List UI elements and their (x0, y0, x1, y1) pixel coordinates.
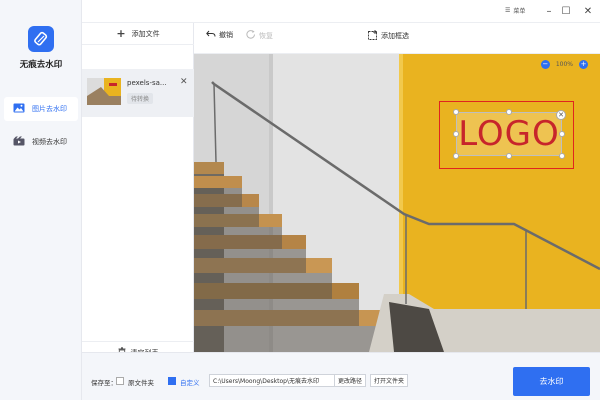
minimize-icon: – (546, 5, 552, 17)
add-selection-button[interactable]: 添加框选 (368, 30, 409, 42)
zoom-in-icon[interactable]: + (579, 60, 588, 69)
change-path-button[interactable]: 更改路径 (334, 374, 366, 387)
app-window: 无痕去水印 图片去水印 视频去水印 ☰ 菜单 – ☐ ✕ + 添加文件 pexe… (0, 0, 600, 400)
undo-label: 撤销 (219, 31, 233, 39)
source-folder-label: 原文件夹 (128, 379, 154, 387)
sidebar-item-label: 图片去水印 (32, 105, 67, 113)
undo-button[interactable]: 撤销 (206, 30, 233, 40)
output-path-field[interactable] (209, 374, 335, 387)
file-status-badge: 待转换 (127, 93, 154, 104)
resize-handle-bottom[interactable] (506, 153, 512, 159)
sidebar: 无痕去水印 图片去水印 视频去水印 (0, 0, 82, 400)
custom-folder-label: 自定义 (180, 379, 200, 387)
resize-handle-right[interactable] (559, 131, 565, 137)
resize-handle-top[interactable] (506, 109, 512, 115)
zoom-out-icon[interactable]: − (540, 60, 550, 69)
image-icon (13, 103, 25, 115)
title-bar: ☰ 菜单 – ☐ ✕ (82, 0, 600, 23)
source-folder-radio[interactable] (116, 377, 124, 385)
resize-handle-top-left[interactable] (453, 109, 459, 115)
file-list-item[interactable]: pexels-sa... 待转换 ✕ (82, 69, 194, 117)
close-window-button[interactable]: ✕ (581, 4, 595, 18)
add-file-button[interactable]: + 添加文件 (82, 23, 194, 45)
app-name: 无痕去水印 (19, 60, 63, 70)
add-selection-label: 添加框选 (381, 32, 409, 40)
maximize-icon: ☐ (561, 5, 571, 17)
custom-folder-radio[interactable] (168, 377, 176, 385)
app-logo-icon (28, 26, 54, 52)
redo-icon (246, 30, 256, 41)
plus-icon: + (116, 27, 126, 40)
redo-button[interactable]: 恢复 (246, 30, 273, 41)
video-icon (13, 136, 25, 148)
close-icon: ✕ (583, 5, 593, 17)
stair-photo (194, 54, 600, 352)
zoom-level: 100% (555, 61, 573, 68)
remove-selection-icon[interactable]: ✕ (556, 110, 566, 120)
minimize-button[interactable]: – (542, 4, 556, 18)
file-panel: + 添加文件 pexels-sa... 待转换 ✕ (82, 23, 194, 363)
add-file-label: 添加文件 (131, 29, 160, 38)
save-to-label: 保存至： (91, 379, 117, 387)
editor-toolbar: 撤销 恢复 添加框选 (194, 23, 600, 54)
menu-icon: ☰ (505, 7, 511, 14)
resize-handle-bottom-right[interactable] (559, 153, 565, 159)
image-canvas[interactable]: − 100% + LOGO ✕ (194, 54, 600, 352)
zoom-control: − 100% + (540, 60, 588, 69)
watermark-region[interactable]: LOGO (456, 112, 562, 156)
undo-icon (206, 30, 216, 40)
remove-file-icon[interactable]: ✕ (180, 77, 188, 87)
sidebar-item-label: 视频去水印 (32, 138, 67, 146)
watermark-text: LOGO (458, 114, 560, 154)
selection-box-icon (368, 30, 378, 42)
open-folder-button[interactable]: 打开文件夹 (370, 374, 408, 387)
file-name: pexels-sa... (127, 79, 167, 87)
remove-watermark-button[interactable]: 去水印 (513, 367, 590, 396)
sidebar-item-video-watermark[interactable]: 视频去水印 (4, 130, 78, 154)
file-thumbnail (87, 78, 121, 105)
bottom-bar: 保存至： 原文件夹 自定义 更改路径 打开文件夹 去水印 (82, 352, 600, 400)
redo-label: 恢复 (259, 31, 273, 40)
resize-handle-left[interactable] (453, 131, 459, 137)
resize-handle-bottom-left[interactable] (453, 153, 459, 159)
sidebar-item-image-watermark[interactable]: 图片去水印 (4, 97, 78, 121)
menu-button[interactable]: ☰ 菜单 (505, 6, 525, 15)
maximize-button[interactable]: ☐ (559, 4, 573, 18)
menu-label: 菜单 (513, 8, 526, 15)
